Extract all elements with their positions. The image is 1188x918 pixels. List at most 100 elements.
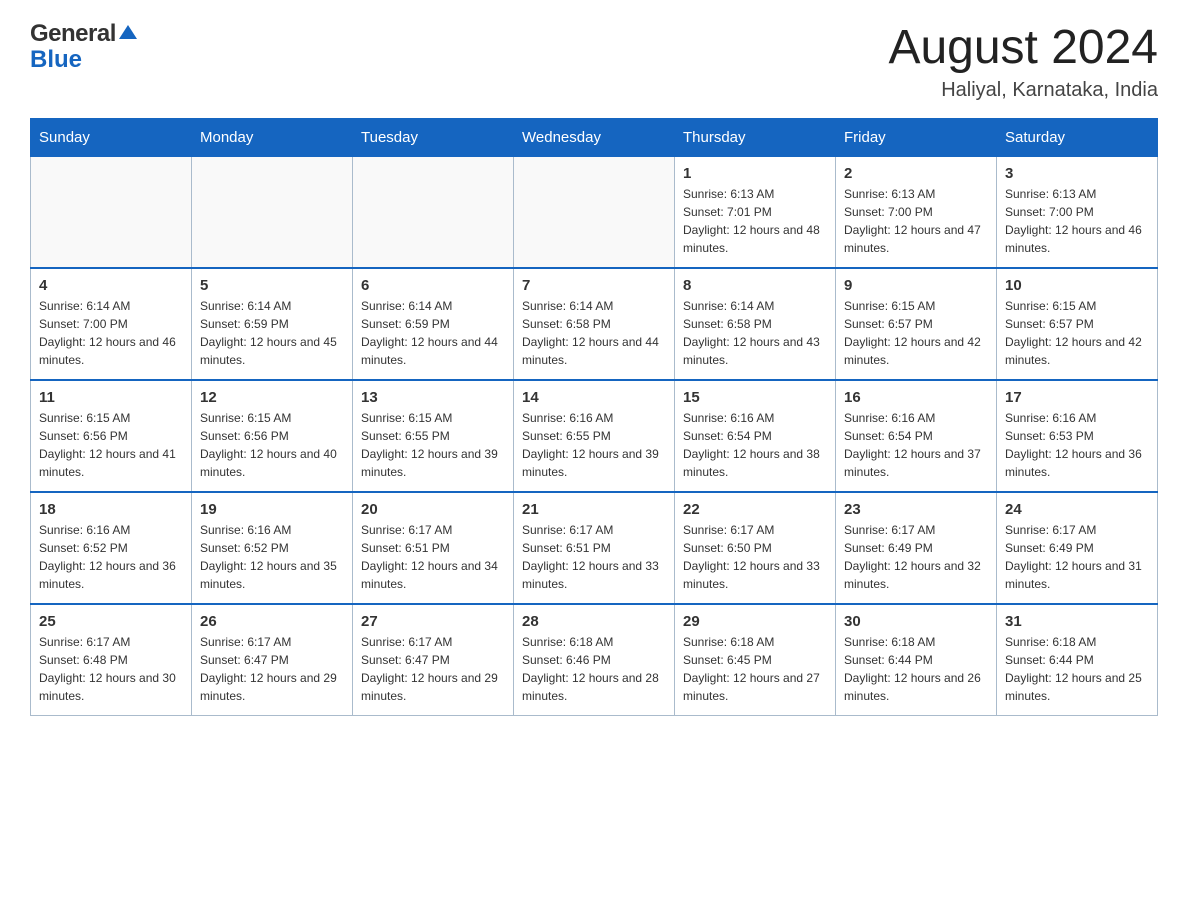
day-number: 4 bbox=[39, 277, 183, 294]
day-number: 2 bbox=[844, 165, 988, 182]
calendar-cell: 26 Sunrise: 6:17 AMSunset: 6:47 PMDayligh… bbox=[192, 604, 353, 716]
day-info: Sunrise: 6:14 AMSunset: 6:58 PMDaylight:… bbox=[522, 297, 666, 369]
day-number: 3 bbox=[1005, 165, 1149, 182]
calendar-location: Haliyal, Karnataka, India bbox=[888, 79, 1158, 102]
calendar-cell bbox=[192, 157, 353, 269]
day-info: Sunrise: 6:16 AMSunset: 6:55 PMDaylight:… bbox=[522, 409, 666, 481]
logo-triangle-icon bbox=[119, 23, 137, 46]
day-info: Sunrise: 6:14 AMSunset: 6:58 PMDaylight:… bbox=[683, 297, 827, 369]
calendar-cell: 6 Sunrise: 6:14 AMSunset: 6:59 PMDaylight… bbox=[353, 268, 514, 380]
day-info: Sunrise: 6:14 AMSunset: 7:00 PMDaylight:… bbox=[39, 297, 183, 369]
day-number: 13 bbox=[361, 389, 505, 406]
calendar-cell: 18Sunrise: 6:16 AMSunset: 6:52 PMDayligh… bbox=[31, 492, 192, 604]
calendar-cell: 24 Sunrise: 6:17 AMSunset: 6:49 PMDayligh… bbox=[997, 492, 1158, 604]
day-info: Sunrise: 6:17 AMSunset: 6:49 PMDaylight:… bbox=[844, 521, 988, 593]
calendar-cell: 16 Sunrise: 6:16 AMSunset: 6:54 PMDayligh… bbox=[836, 380, 997, 492]
day-info: Sunrise: 6:15 AMSunset: 6:55 PMDaylight:… bbox=[361, 409, 505, 481]
day-info: Sunrise: 6:15 AMSunset: 6:56 PMDaylight:… bbox=[200, 409, 344, 481]
calendar-cell: 21Sunrise: 6:17 AMSunset: 6:51 PMDayligh… bbox=[514, 492, 675, 604]
calendar-cell: 15Sunrise: 6:16 AMSunset: 6:54 PMDayligh… bbox=[675, 380, 836, 492]
day-number: 22 bbox=[683, 501, 827, 518]
calendar-cell: 29Sunrise: 6:18 AMSunset: 6:45 PMDayligh… bbox=[675, 604, 836, 716]
calendar-cell: 5Sunrise: 6:14 AMSunset: 6:59 PMDaylight… bbox=[192, 268, 353, 380]
calendar-cell: 3 Sunrise: 6:13 AMSunset: 7:00 PMDaylight… bbox=[997, 157, 1158, 269]
calendar-cell: 25Sunrise: 6:17 AMSunset: 6:48 PMDayligh… bbox=[31, 604, 192, 716]
title-block: August 2024 Haliyal, Karnataka, India bbox=[888, 20, 1158, 102]
col-thursday: Thursday bbox=[675, 119, 836, 157]
col-saturday: Saturday bbox=[997, 119, 1158, 157]
day-info: Sunrise: 6:14 AMSunset: 6:59 PMDaylight:… bbox=[200, 297, 344, 369]
day-number: 24 bbox=[1005, 501, 1149, 518]
day-info: Sunrise: 6:13 AMSunset: 7:00 PMDaylight:… bbox=[844, 185, 988, 257]
col-sunday: Sunday bbox=[31, 119, 192, 157]
day-number: 25 bbox=[39, 613, 183, 630]
calendar-table: Sunday Monday Tuesday Wednesday Thursday… bbox=[30, 118, 1158, 716]
calendar-cell: 7 Sunrise: 6:14 AMSunset: 6:58 PMDaylight… bbox=[514, 268, 675, 380]
day-number: 30 bbox=[844, 613, 988, 630]
day-info: Sunrise: 6:15 AMSunset: 6:57 PMDaylight:… bbox=[1005, 297, 1149, 369]
calendar-row-4: 25Sunrise: 6:17 AMSunset: 6:48 PMDayligh… bbox=[31, 604, 1158, 716]
calendar-cell: 22 Sunrise: 6:17 AMSunset: 6:50 PMDayligh… bbox=[675, 492, 836, 604]
day-info: Sunrise: 6:17 AMSunset: 6:47 PMDaylight:… bbox=[200, 633, 344, 705]
calendar-cell: 23 Sunrise: 6:17 AMSunset: 6:49 PMDayligh… bbox=[836, 492, 997, 604]
page-header: General Blue August 2024 Haliyal, Karnat… bbox=[30, 20, 1158, 102]
day-info: Sunrise: 6:16 AMSunset: 6:53 PMDaylight:… bbox=[1005, 409, 1149, 481]
day-number: 21 bbox=[522, 501, 666, 518]
calendar-cell: 17 Sunrise: 6:16 AMSunset: 6:53 PMDayligh… bbox=[997, 380, 1158, 492]
day-info: Sunrise: 6:13 AMSunset: 7:01 PMDaylight:… bbox=[683, 185, 827, 257]
calendar-cell: 27 Sunrise: 6:17 AMSunset: 6:47 PMDayligh… bbox=[353, 604, 514, 716]
day-info: Sunrise: 6:13 AMSunset: 7:00 PMDaylight:… bbox=[1005, 185, 1149, 257]
day-info: Sunrise: 6:17 AMSunset: 6:47 PMDaylight:… bbox=[361, 633, 505, 705]
day-number: 19 bbox=[200, 501, 344, 518]
day-info: Sunrise: 6:17 AMSunset: 6:50 PMDaylight:… bbox=[683, 521, 827, 593]
calendar-cell: 31 Sunrise: 6:18 AMSunset: 6:44 PMDayligh… bbox=[997, 604, 1158, 716]
calendar-title: August 2024 bbox=[888, 20, 1158, 75]
col-wednesday: Wednesday bbox=[514, 119, 675, 157]
day-number: 16 bbox=[844, 389, 988, 406]
day-number: 6 bbox=[361, 277, 505, 294]
day-number: 23 bbox=[844, 501, 988, 518]
calendar-cell bbox=[353, 157, 514, 269]
day-number: 29 bbox=[683, 613, 827, 630]
calendar-row-2: 11 Sunrise: 6:15 AMSunset: 6:56 PMDayligh… bbox=[31, 380, 1158, 492]
day-number: 14 bbox=[522, 389, 666, 406]
calendar-row-3: 18Sunrise: 6:16 AMSunset: 6:52 PMDayligh… bbox=[31, 492, 1158, 604]
calendar-cell: 30 Sunrise: 6:18 AMSunset: 6:44 PMDayligh… bbox=[836, 604, 997, 716]
day-number: 8 bbox=[683, 277, 827, 294]
day-info: Sunrise: 6:16 AMSunset: 6:54 PMDaylight:… bbox=[683, 409, 827, 481]
day-info: Sunrise: 6:18 AMSunset: 6:44 PMDaylight:… bbox=[844, 633, 988, 705]
day-info: Sunrise: 6:18 AMSunset: 6:44 PMDaylight:… bbox=[1005, 633, 1149, 705]
calendar-cell bbox=[514, 157, 675, 269]
col-tuesday: Tuesday bbox=[353, 119, 514, 157]
calendar-cell: 14 Sunrise: 6:16 AMSunset: 6:55 PMDayligh… bbox=[514, 380, 675, 492]
day-number: 17 bbox=[1005, 389, 1149, 406]
calendar-cell: 2 Sunrise: 6:13 AMSunset: 7:00 PMDaylight… bbox=[836, 157, 997, 269]
day-number: 27 bbox=[361, 613, 505, 630]
day-info: Sunrise: 6:15 AMSunset: 6:57 PMDaylight:… bbox=[844, 297, 988, 369]
day-number: 12 bbox=[200, 389, 344, 406]
calendar-cell: 8 Sunrise: 6:14 AMSunset: 6:58 PMDaylight… bbox=[675, 268, 836, 380]
calendar-cell: 12 Sunrise: 6:15 AMSunset: 6:56 PMDayligh… bbox=[192, 380, 353, 492]
day-number: 11 bbox=[39, 389, 183, 406]
day-number: 10 bbox=[1005, 277, 1149, 294]
header-row: Sunday Monday Tuesday Wednesday Thursday… bbox=[31, 119, 1158, 157]
day-number: 7 bbox=[522, 277, 666, 294]
day-info: Sunrise: 6:16 AMSunset: 6:52 PMDaylight:… bbox=[39, 521, 183, 593]
day-number: 26 bbox=[200, 613, 344, 630]
logo-blue-text: Blue bbox=[30, 46, 82, 74]
calendar-row-0: 1 Sunrise: 6:13 AMSunset: 7:01 PMDaylight… bbox=[31, 157, 1158, 269]
day-info: Sunrise: 6:14 AMSunset: 6:59 PMDaylight:… bbox=[361, 297, 505, 369]
calendar-body: 1 Sunrise: 6:13 AMSunset: 7:01 PMDaylight… bbox=[31, 157, 1158, 716]
day-info: Sunrise: 6:18 AMSunset: 6:46 PMDaylight:… bbox=[522, 633, 666, 705]
calendar-cell: 19Sunrise: 6:16 AMSunset: 6:52 PMDayligh… bbox=[192, 492, 353, 604]
day-number: 31 bbox=[1005, 613, 1149, 630]
day-info: Sunrise: 6:17 AMSunset: 6:49 PMDaylight:… bbox=[1005, 521, 1149, 593]
calendar-cell: 4 Sunrise: 6:14 AMSunset: 7:00 PMDaylight… bbox=[31, 268, 192, 380]
calendar-cell: 28Sunrise: 6:18 AMSunset: 6:46 PMDayligh… bbox=[514, 604, 675, 716]
calendar-cell: 20Sunrise: 6:17 AMSunset: 6:51 PMDayligh… bbox=[353, 492, 514, 604]
calendar-header: Sunday Monday Tuesday Wednesday Thursday… bbox=[31, 119, 1158, 157]
day-number: 1 bbox=[683, 165, 827, 182]
day-number: 20 bbox=[361, 501, 505, 518]
calendar-cell: 1 Sunrise: 6:13 AMSunset: 7:01 PMDaylight… bbox=[675, 157, 836, 269]
day-info: Sunrise: 6:16 AMSunset: 6:54 PMDaylight:… bbox=[844, 409, 988, 481]
